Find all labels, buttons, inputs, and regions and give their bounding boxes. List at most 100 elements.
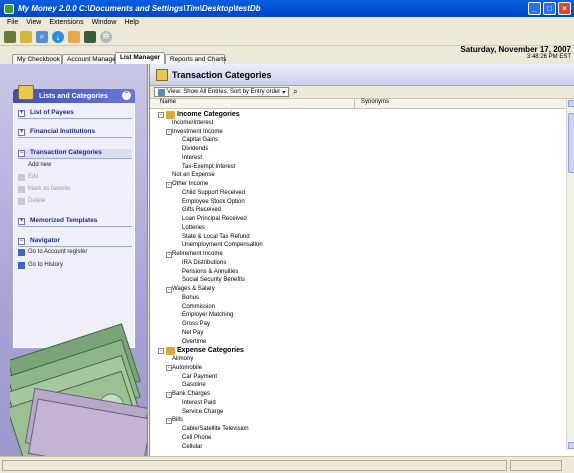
- section-memorized-templates[interactable]: + Memorized Templates: [18, 217, 132, 227]
- go-to-history-link[interactable]: Go to History: [18, 262, 64, 269]
- tab-account-manager[interactable]: Account Manager: [62, 54, 118, 64]
- category-row[interactable]: Income/Interest: [172, 119, 213, 128]
- collapse-icon[interactable]: ⌃: [122, 91, 131, 100]
- go-to-register-link[interactable]: Go to Account register: [18, 249, 88, 256]
- category-row[interactable]: Car Payment: [182, 373, 217, 382]
- gear-icon[interactable]: ✲: [100, 30, 112, 43]
- category-row[interactable]: Cable/Satellite Television: [182, 425, 249, 434]
- category-row[interactable]: Other Income: [172, 180, 208, 189]
- category-group-icon: [166, 346, 175, 355]
- expand-icon: +: [18, 129, 25, 136]
- category-row[interactable]: Loan Principal Received: [182, 215, 247, 224]
- category-row[interactable]: Automobile: [172, 364, 202, 373]
- section-financial-institutions[interactable]: + Financial Institutions: [18, 128, 132, 138]
- content-title: Transaction Categories: [172, 69, 272, 80]
- category-row[interactable]: Lotteries: [182, 224, 205, 233]
- section-label: Transaction Categories: [30, 149, 102, 156]
- category-row[interactable]: Commission: [182, 303, 215, 312]
- category-row[interactable]: Unemployment Compensation: [182, 241, 263, 250]
- collapse-section-icon: −: [18, 238, 25, 245]
- edit-label: Edit: [28, 174, 39, 180]
- category-row[interactable]: Capital Gains: [182, 136, 218, 145]
- category-tree: - Income Categories Income/Interest - Invest…: [150, 110, 566, 450]
- search-icon[interactable]: ⌕: [36, 30, 48, 43]
- category-row[interactable]: Bills: [172, 416, 183, 425]
- category-row[interactable]: Net Pay: [182, 329, 203, 338]
- menu-extensions[interactable]: Extensions: [45, 19, 87, 26]
- category-row[interactable]: Dividends: [182, 145, 208, 154]
- maximize-button[interactable]: □: [543, 2, 556, 15]
- tree-toggle-icon[interactable]: -: [158, 111, 164, 118]
- category-row[interactable]: Bank Charges: [172, 390, 210, 399]
- view-dropdown[interactable]: View: Show All Entries, Sort by Entry or…: [154, 87, 290, 97]
- category-row[interactable]: Cellular: [182, 443, 202, 451]
- category-group-icon: [166, 110, 175, 119]
- section-label: Financial Institutions: [30, 128, 96, 135]
- time-label: 3:48:26 PM EST: [526, 54, 571, 60]
- scroll-up-icon[interactable]: [568, 100, 574, 107]
- date-label: Saturday, November 17, 2007: [460, 45, 571, 54]
- menu-help[interactable]: Help: [120, 19, 142, 26]
- checkbook-icon[interactable]: [4, 30, 16, 43]
- grid-icon[interactable]: [68, 30, 80, 43]
- go-to-history-label: Go to History: [28, 262, 64, 268]
- category-row[interactable]: Wages & Salary: [172, 285, 215, 294]
- monitor-icon[interactable]: [84, 30, 96, 43]
- download-icon[interactable]: ↓: [52, 30, 64, 43]
- category-row[interactable]: Not an Expense: [172, 171, 215, 180]
- category-row[interactable]: IRA Distributions: [182, 259, 226, 268]
- category-row[interactable]: Social Security Benefits: [182, 276, 245, 285]
- view-label: View: Show All Entries, Sort by Entry or…: [167, 89, 281, 95]
- category-row[interactable]: Alimony: [172, 355, 193, 364]
- menu-window[interactable]: Window: [88, 19, 121, 26]
- category-row[interactable]: Overtime: [182, 338, 206, 347]
- category-row[interactable]: Gross Pay: [182, 320, 210, 329]
- column-name[interactable]: Name: [150, 99, 355, 108]
- expand-icon: +: [18, 218, 25, 225]
- section-transaction-categories[interactable]: − Transaction Categories: [18, 149, 132, 159]
- category-row[interactable]: Retirement Income: [172, 250, 223, 259]
- close-button[interactable]: ×: [558, 2, 571, 15]
- tab-reports-charts[interactable]: Reports and Charts: [165, 54, 226, 64]
- history-icon: [18, 262, 25, 269]
- tab-list-manager[interactable]: List Manager: [115, 52, 165, 64]
- folder-icon[interactable]: [20, 30, 32, 43]
- category-row[interactable]: Bonus: [182, 294, 199, 303]
- vertical-scrollbar[interactable]: [566, 99, 574, 450]
- minimize-button[interactable]: _: [528, 2, 541, 15]
- banknotes-image: [10, 323, 147, 456]
- section-list-of-payees[interactable]: + List of Payees: [18, 109, 132, 119]
- category-row[interactable]: Investment Income: [172, 128, 223, 137]
- status-pane-secondary: [510, 460, 562, 471]
- task-header[interactable]: Lists and Categories ⌃: [13, 85, 135, 103]
- scroll-thumb[interactable]: [568, 113, 574, 173]
- task-header-label: Lists and Categories: [39, 92, 108, 100]
- add-new-link[interactable]: Add new: [28, 162, 51, 168]
- category-row[interactable]: State & Local Tax Refund: [182, 233, 250, 242]
- tab-my-checkbook[interactable]: My Checkbook: [12, 54, 62, 64]
- section-navigator[interactable]: − Navigator: [18, 237, 132, 247]
- category-row[interactable]: Employer Matching: [182, 311, 233, 320]
- column-synonyms[interactable]: Synonyms: [355, 99, 389, 108]
- category-row[interactable]: Gifts Received: [182, 206, 221, 215]
- category-row[interactable]: Tax-Exempt Interest: [182, 163, 235, 172]
- tree-toggle-icon[interactable]: -: [158, 347, 164, 354]
- category-row[interactable]: Child Support Received: [182, 189, 245, 198]
- category-row[interactable]: Interest Paid: [182, 399, 216, 408]
- category-row[interactable]: Interest: [182, 154, 202, 163]
- category-row[interactable]: Pensions & Annuities: [182, 268, 238, 277]
- delete-label: Delete: [28, 198, 46, 204]
- go-to-register-label: Go to Account register: [28, 249, 88, 255]
- status-pane: [2, 460, 507, 471]
- search-icon[interactable]: ⌕: [293, 87, 297, 97]
- category-row[interactable]: Gasoline: [182, 381, 206, 390]
- category-row[interactable]: Employee Stock Option: [182, 198, 245, 207]
- scroll-down-icon[interactable]: [568, 442, 574, 449]
- section-label: Memorized Templates: [30, 217, 98, 224]
- category-row[interactable]: Cell Phone: [182, 434, 211, 443]
- category-group-row[interactable]: Income Categories: [177, 110, 240, 119]
- menu-view[interactable]: View: [22, 19, 45, 26]
- category-row[interactable]: Service Charge: [182, 408, 223, 417]
- menu-file[interactable]: File: [3, 19, 22, 26]
- category-group-row[interactable]: Expense Categories: [177, 346, 244, 355]
